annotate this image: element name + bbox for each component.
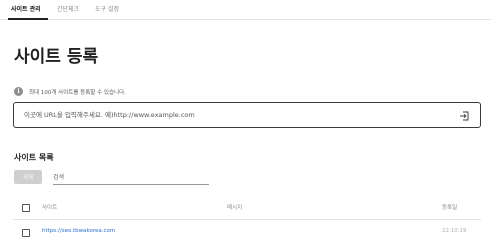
column-header-site[interactable]: 사이트 <box>42 203 57 211</box>
select-all-checkbox[interactable] <box>22 204 30 212</box>
site-url-link[interactable]: https://seo.tbwakorea.com <box>42 228 115 234</box>
delete-button[interactable]: 삭제 <box>14 170 42 184</box>
table-row: https://seo.tbwakorea.com 22.10.19 <box>13 221 481 245</box>
submit-arrow-icon[interactable] <box>459 111 469 121</box>
tab-simple-check[interactable]: 간단체크 <box>57 4 79 13</box>
search-input[interactable] <box>53 173 203 182</box>
row-checkbox[interactable] <box>22 229 30 237</box>
column-header-message[interactable]: 메시지 <box>227 203 242 211</box>
tab-site-management[interactable]: 사이트 관리 <box>11 4 41 13</box>
table-header: 사이트 메시지 등록일 <box>13 196 481 220</box>
info-notice-text: 최대 100개 사이트를 등록할 수 있습니다. <box>29 89 126 96</box>
url-input[interactable] <box>24 110 444 120</box>
tab-tool-settings[interactable]: 도구 설정 <box>95 4 119 13</box>
top-tab-bar: 사이트 관리 간단체크 도구 설정 <box>0 0 491 20</box>
info-notice: i 최대 100개 사이트를 등록할 수 있습니다. <box>14 87 126 96</box>
registered-date: 22.10.19 <box>442 228 467 234</box>
url-input-box <box>13 102 481 128</box>
page-title: 사이트 등록 <box>14 47 99 67</box>
info-icon: i <box>14 87 23 96</box>
search-field <box>53 170 209 185</box>
column-header-registered[interactable]: 등록일 <box>442 203 457 211</box>
site-list-title: 사이트 목록 <box>14 153 54 162</box>
active-tab-indicator <box>8 18 48 20</box>
